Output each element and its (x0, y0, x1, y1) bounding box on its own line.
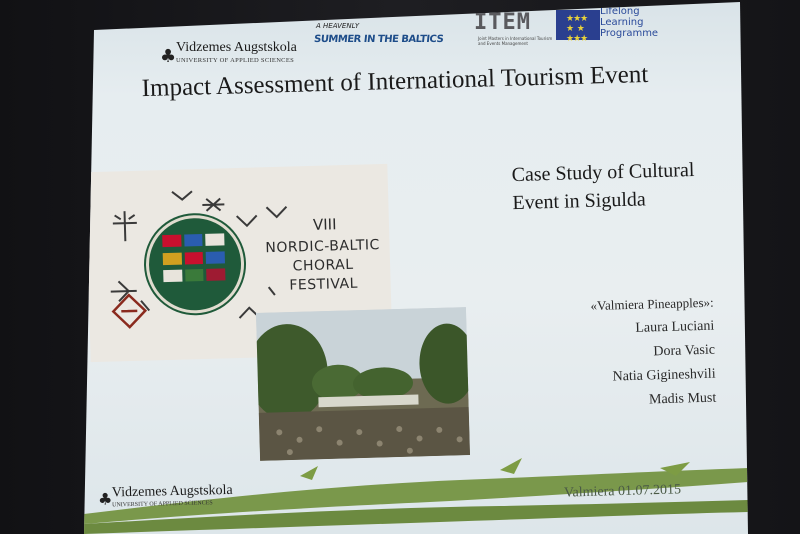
sib-wordmark: SUMMER IN THE BALTICS (313, 34, 444, 45)
festival-name: NORDIC-BALTIC CHORAL FESTIVAL (265, 237, 381, 294)
sib-tagline: A HEAVENLY (316, 22, 360, 30)
summer-in-the-baltics-logo: A HEAVENLY SUMMER IN THE BALTICS (313, 22, 464, 58)
school-subtitle: UNIVERSITY OF APPLIED SCIENCES (176, 57, 295, 64)
projection-screen: ♣ Vidzemes Augstskola UNIVERSITY OF APPL… (84, 2, 748, 534)
tree-icon: ♣ (160, 46, 177, 67)
vidzemes-logo: ♣ Vidzemes Augstskola UNIVERSITY OF APPL… (160, 38, 310, 72)
item-subtitle: Joint Masters in International Tourism a… (478, 36, 553, 46)
lifelong-learning-label: Lifelong Learning Programme (600, 6, 659, 39)
festival-photo (255, 307, 471, 461)
eu-flag-icon: ★★★ ★ ★ ★★★ (556, 10, 600, 44)
case-study-heading: Case Study of Cultural Event in Sigulda (511, 158, 695, 215)
footer-school-subtitle: UNIVERSITY OF APPLIED SCIENCES (112, 500, 213, 509)
footer-date: Valmiera 01.07.2015 (563, 482, 682, 501)
nordic-flags-icon (162, 233, 226, 285)
item-logo: ITEM Joint Masters in International Tour… (474, 10, 554, 52)
item-wordmark: ITEM (474, 10, 531, 35)
footer-vidzemes-logo: ♣ Vidzemes Augstskola UNIVERSITY OF APPL… (98, 482, 259, 515)
outdoor-concert-image (255, 307, 471, 461)
author-name: Madis Must (648, 390, 717, 408)
school-name: Vidzemes Augstskola (176, 40, 297, 55)
tree-icon: ♣ (97, 489, 113, 509)
author-list: «Valmiera Pineapples»: Laura Luciani Dor… (543, 291, 716, 416)
footer-school-name: Vidzemes Augstskola (111, 482, 233, 501)
festival-edition: VIII (312, 215, 337, 234)
